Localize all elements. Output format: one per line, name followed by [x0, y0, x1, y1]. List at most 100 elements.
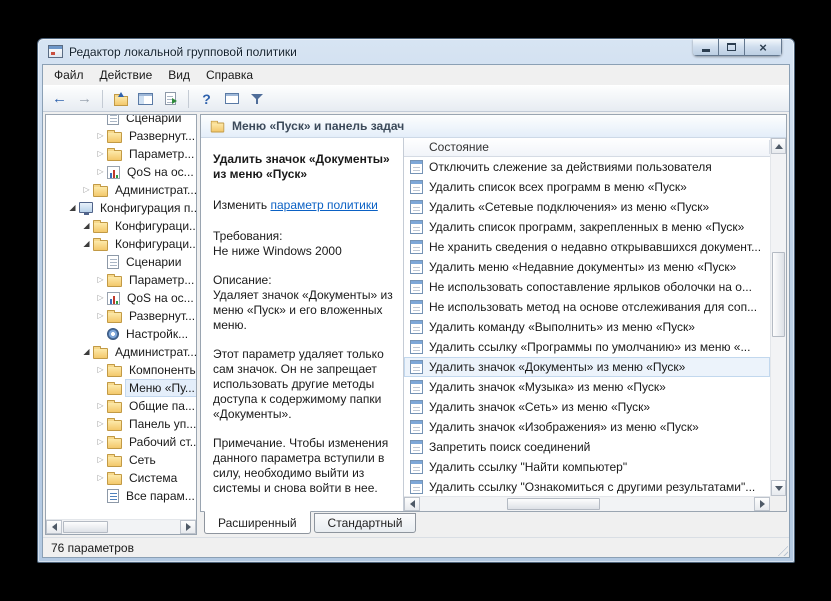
filter-button[interactable] [245, 88, 268, 110]
policy-list-item[interactable]: Удалить список программ, закрепленных в … [404, 217, 770, 237]
tree-item[interactable]: Настройк... [46, 325, 196, 343]
expand-arrow-icon[interactable]: ▷ [94, 474, 107, 482]
up-one-level-button[interactable] [109, 88, 132, 110]
scroll-right-button[interactable] [180, 520, 196, 534]
policy-list-item[interactable]: Удалить значок «Документы» из меню «Пуск… [404, 357, 770, 377]
tree-item[interactable]: ▷ QoS на ос... [46, 289, 196, 307]
tree-item-label: Конфигураци... [115, 237, 196, 251]
expand-arrow-icon[interactable]: ▷ [94, 456, 107, 464]
tab-standard[interactable]: Стандартный [313, 513, 417, 533]
tree-item[interactable]: Сценарии [46, 253, 196, 271]
scrollbar-track[interactable] [771, 154, 786, 480]
tree-item[interactable]: ◢ Конфигураци... [46, 217, 196, 235]
list-horizontal-scrollbar[interactable] [404, 496, 770, 511]
policy-list-item[interactable]: Удалить ссылку «Программы по умолчанию» … [404, 337, 770, 357]
scroll-right-button[interactable] [754, 497, 770, 511]
expand-arrow-icon[interactable]: ▷ [94, 402, 107, 410]
policy-name: Не хранить сведения о недавно открывавши… [429, 240, 762, 254]
policy-list-item[interactable]: Удалить ссылку "Найти компьютер" [404, 457, 770, 477]
menu-help[interactable]: Справка [198, 66, 261, 84]
close-button[interactable]: × [744, 39, 782, 56]
menu-view[interactable]: Вид [160, 66, 198, 84]
policy-list-item[interactable]: Удалить меню «Недавние документы» из мен… [404, 257, 770, 277]
folder-icon [107, 471, 122, 485]
scroll-right-icon [759, 500, 769, 508]
list-vertical-scrollbar[interactable] [770, 138, 786, 496]
scroll-up-button[interactable] [771, 138, 786, 154]
tree-item[interactable]: Все парам... [46, 487, 196, 505]
policy-icon [410, 420, 423, 434]
policy-list-item[interactable]: Отключить слежение за действиями пользов… [404, 157, 770, 177]
policy-list-item[interactable]: Не использовать метод на основе отслежив… [404, 297, 770, 317]
collapse-arrow-icon[interactable]: ◢ [80, 240, 93, 248]
tree-item[interactable]: ◢ Администрат... [46, 343, 196, 361]
tree-item[interactable]: ▷ Компоненты [46, 361, 196, 379]
tree-item[interactable]: ▷ QoS на ос... [46, 163, 196, 181]
policy-list-item[interactable]: Удалить значок «Музыка» из меню «Пуск» [404, 377, 770, 397]
minimize-button[interactable] [693, 39, 719, 56]
scrollbar-track[interactable] [420, 497, 754, 511]
expand-arrow-icon[interactable]: ▷ [94, 366, 107, 374]
tree-item[interactable]: Меню «Пу... [46, 379, 196, 397]
expand-arrow-icon[interactable]: ▷ [94, 312, 107, 320]
settings-list-rows: Отключить слежение за действиями пользов… [404, 157, 770, 496]
scroll-left-button[interactable] [404, 497, 420, 511]
menu-action[interactable]: Действие [92, 66, 161, 84]
export-list-button[interactable] [159, 88, 182, 110]
show-console-tree-button[interactable] [134, 88, 157, 110]
collapse-arrow-icon[interactable]: ◢ [80, 222, 93, 230]
scrollbar-thumb[interactable] [506, 498, 601, 510]
maximize-button[interactable] [718, 39, 745, 56]
expand-arrow-icon[interactable]: ▷ [94, 132, 107, 140]
tree-item[interactable]: ▷ Панель уп... [46, 415, 196, 433]
column-header-state[interactable]: Состояние [404, 138, 770, 157]
tree-item[interactable]: ▷ Рабочий ст... [46, 433, 196, 451]
forward-button[interactable] [73, 88, 96, 110]
scrollbar-track[interactable] [62, 520, 180, 534]
policy-list-item[interactable]: Удалить список всех программ в меню «Пус… [404, 177, 770, 197]
tree-item[interactable]: ▷ Сеть [46, 451, 196, 469]
scroll-left-button[interactable] [46, 520, 62, 534]
tree-item[interactable]: ▷ Система [46, 469, 196, 487]
tree-item[interactable]: ◢ Конфигурация п... [46, 199, 196, 217]
policy-list-item[interactable]: Не использовать сопоставление ярлыков об… [404, 277, 770, 297]
expand-arrow-icon[interactable]: ▷ [94, 438, 107, 446]
tree-horizontal-scrollbar[interactable] [46, 519, 196, 534]
expand-arrow-icon[interactable]: ▷ [94, 150, 107, 158]
tree-item[interactable]: ▷ Параметр... [46, 145, 196, 163]
policy-list-item[interactable]: Не хранить сведения о недавно открывавши… [404, 237, 770, 257]
policy-list-item[interactable]: Удалить «Сетевые подключения» из меню «П… [404, 197, 770, 217]
collapse-arrow-icon[interactable]: ◢ [80, 348, 93, 356]
tree-item[interactable]: ▷ Развернут... [46, 127, 196, 145]
policy-list-item[interactable]: Удалить команду «Выполнить» из меню «Пус… [404, 317, 770, 337]
policy-icon [410, 260, 423, 274]
expand-arrow-icon[interactable]: ▷ [94, 420, 107, 428]
menu-file[interactable]: Файл [46, 66, 92, 84]
expand-arrow-icon[interactable]: ▷ [94, 168, 107, 176]
tree-item[interactable]: ▷ Параметр... [46, 271, 196, 289]
resize-grip-icon[interactable] [775, 543, 788, 556]
help-button[interactable] [195, 88, 218, 110]
collapse-arrow-icon[interactable]: ◢ [66, 204, 79, 212]
properties-button[interactable] [220, 88, 243, 110]
policy-list-item[interactable]: Удалить значок «Сеть» из меню «Пуск» [404, 397, 770, 417]
policy-icon [410, 360, 423, 374]
expand-arrow-icon[interactable]: ▷ [94, 294, 107, 302]
policy-list-item[interactable]: Удалить ссылку "Ознакомиться с другими р… [404, 477, 770, 496]
policy-list-item[interactable]: Запретить поиск соединений [404, 437, 770, 457]
title-bar[interactable]: Редактор локальной групповой политики × [42, 39, 790, 64]
tree-item[interactable]: Сценарии [46, 115, 196, 127]
scroll-down-button[interactable] [771, 480, 786, 496]
expand-arrow-icon[interactable]: ▷ [94, 276, 107, 284]
policy-list-item[interactable]: Удалить значок «Изображения» из меню «Пу… [404, 417, 770, 437]
tree-item[interactable]: ▷ Развернут... [46, 307, 196, 325]
tree-item[interactable]: ▷ Администрат... [46, 181, 196, 199]
tab-extended[interactable]: Расширенный [204, 511, 311, 534]
tree-item[interactable]: ▷ Общие па... [46, 397, 196, 415]
expand-arrow-icon[interactable]: ▷ [80, 186, 93, 194]
scrollbar-thumb[interactable] [772, 251, 785, 337]
tree-item[interactable]: ◢ Конфигураци... [46, 235, 196, 253]
back-button[interactable] [48, 88, 71, 110]
policy-setting-link[interactable]: параметр политики [270, 198, 377, 212]
scrollbar-thumb[interactable] [63, 521, 108, 533]
